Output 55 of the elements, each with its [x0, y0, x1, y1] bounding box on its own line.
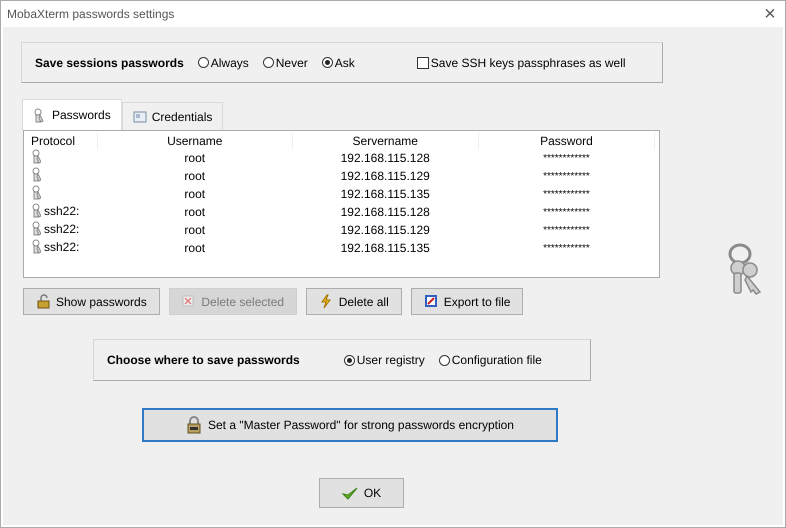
key-icon: [31, 221, 41, 236]
table-cell-text: 192.168.115.135: [340, 186, 431, 203]
card-icon: [132, 109, 147, 124]
padlock-icon: [186, 416, 202, 434]
table-cell: root: [97, 149, 292, 167]
key-icon: [31, 167, 41, 182]
table-cell-text: ************: [542, 224, 591, 238]
master-password-button[interactable]: Set a "Master Password" for strong passwords encryption: [142, 408, 558, 442]
column-header: Username: [97, 133, 292, 149]
ok-button[interactable]: OK: [319, 478, 404, 508]
table-cell: ssh22:: [44, 222, 80, 236]
panel-label: Choose where to save passwords: [107, 353, 300, 367]
radio-button[interactable]: Configuration file: [438, 353, 542, 367]
action-button[interactable]: Delete all: [306, 288, 402, 315]
table-cell: 192.168.115.128: [292, 149, 478, 167]
radio-button[interactable]: User registry: [344, 353, 425, 367]
table-cell-text: 192.168.115.129: [340, 168, 431, 185]
action-button[interactable]: Show passwords: [23, 288, 160, 315]
table-cell-text: root: [183, 222, 206, 239]
cross-icon: [181, 294, 196, 309]
column-header: Protocol: [28, 133, 98, 149]
table-cell-text: root: [183, 168, 206, 185]
checkmark-icon: [342, 486, 358, 500]
key-icon: [31, 203, 41, 218]
key-icon: [31, 185, 41, 200]
table-cell: ssh22:: [44, 240, 80, 254]
key-icon: [31, 149, 41, 164]
radio-button[interactable]: Never: [262, 56, 308, 70]
key-icon: [31, 239, 41, 254]
window-title: MobaXterm passwords settings: [7, 7, 174, 21]
tab[interactable]: Passwords: [22, 99, 122, 130]
radio-button[interactable]: Ask: [322, 56, 355, 70]
close-button[interactable]: ×: [755, 2, 785, 26]
table-cell-text: 192.168.115.135: [340, 240, 431, 257]
action-button[interactable]: Export to file: [410, 288, 524, 315]
table-cell-text: root: [183, 204, 206, 221]
lock-icon: [36, 294, 50, 309]
table-cell: ************: [478, 149, 654, 167]
table-cell-text: root: [183, 240, 206, 257]
table-cell: ssh22:: [44, 204, 80, 218]
export-icon: [424, 294, 438, 309]
column-header: Password: [478, 133, 654, 149]
column-header: Servername: [292, 133, 478, 149]
tab[interactable]: Credentials: [122, 102, 224, 130]
table-cell-text: ************: [542, 188, 591, 202]
table-cell-text: 192.168.115.129: [340, 222, 431, 239]
table-cell-text: ************: [542, 170, 591, 184]
checkbox[interactable]: Save SSH keys passphrases as well: [416, 56, 626, 70]
table-cell-text: root: [183, 186, 206, 203]
table-cell-text: ************: [542, 206, 591, 220]
lightning-icon: [318, 294, 333, 309]
panel-label: Save sessions passwords: [35, 56, 184, 70]
table-cell-text: ************: [542, 242, 591, 256]
table-cell-text: 192.168.115.128: [340, 204, 431, 221]
radio-button[interactable]: Always: [198, 56, 249, 70]
